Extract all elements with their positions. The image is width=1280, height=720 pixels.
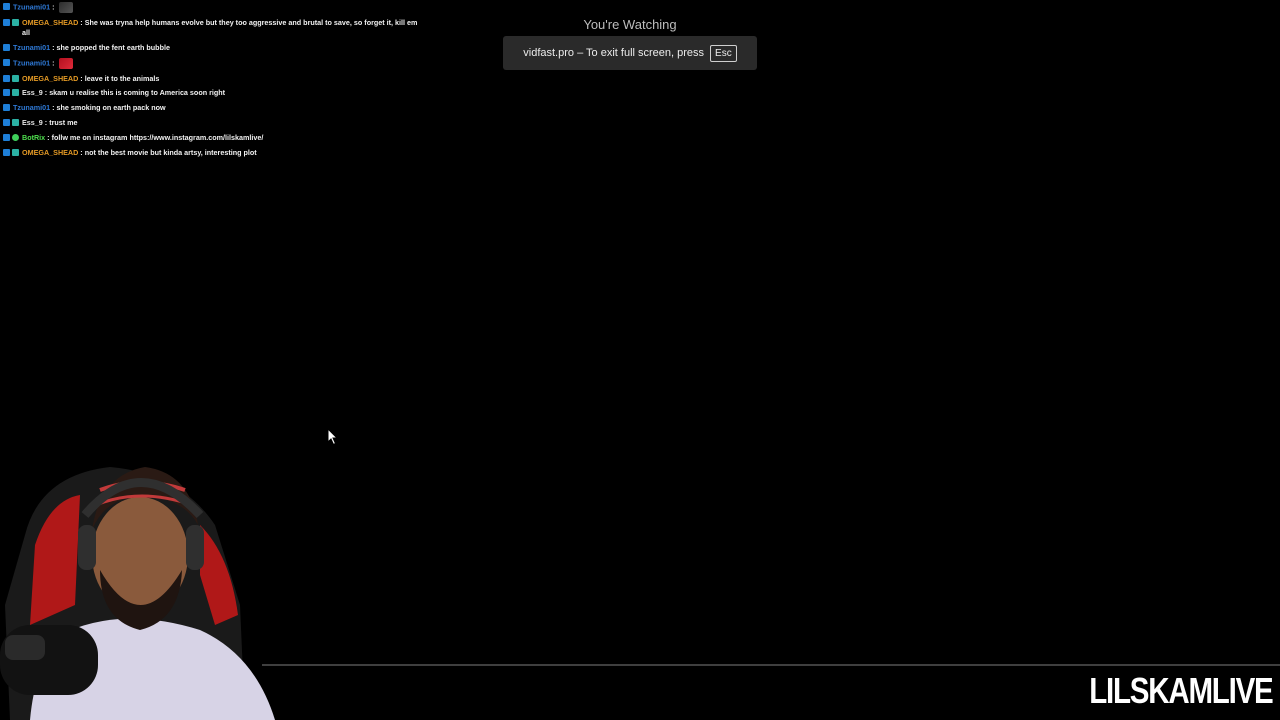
- chat-badges: [3, 133, 19, 142]
- chat-username[interactable]: Ess_9: [22, 88, 43, 97]
- emote-icon: [58, 2, 73, 13]
- chat-message-body: OMEGA_SHEAD : leave it to the animals: [22, 73, 160, 83]
- chat-badges: [3, 43, 10, 51]
- chat-badges: [3, 58, 10, 66]
- chat-message: Tzunami01 :: [3, 57, 423, 69]
- progress-divider: [262, 664, 1280, 666]
- chat-text: she popped the fent earth bubble: [56, 42, 170, 52]
- chat-text: not the best movie but kinda artsy, inte…: [84, 148, 257, 158]
- sub-badge-icon: [12, 89, 19, 97]
- sub-badge-icon: [12, 74, 19, 82]
- mod-badge-icon: [3, 119, 10, 127]
- mod-badge-icon: [3, 3, 10, 10]
- mouse-cursor-icon: [327, 428, 339, 446]
- chat-username[interactable]: BotRix: [22, 133, 45, 142]
- chat-text: trust me: [49, 118, 78, 128]
- mod-badge-icon: [3, 89, 10, 97]
- chat-text: follw me on instagram https://www.instag…: [51, 133, 264, 143]
- fullscreen-notice-text: vidfast.pro – To exit full screen, press: [523, 47, 705, 59]
- chat-message-body: OMEGA_SHEAD : not the best movie but kin…: [22, 148, 257, 158]
- brand-watermark: LILSKAMLIVE: [1088, 670, 1273, 711]
- chat-message-body: BotRix : follw me on instagram https://w…: [22, 133, 264, 143]
- streamer-webcam: [0, 467, 275, 720]
- chat-message-body: Tzunami01 :: [13, 57, 73, 69]
- chat-username[interactable]: OMEGA_SHEAD: [22, 148, 78, 157]
- chat-message-body: Ess_9 : trust me: [22, 118, 78, 128]
- chat-message: OMEGA_SHEAD : not the best movie but kin…: [3, 148, 423, 158]
- mod-badge-icon: [3, 104, 10, 112]
- mod-badge-icon: [3, 43, 10, 51]
- chat-message-body: Tzunami01 : she popped the fent earth bu…: [13, 42, 170, 52]
- chat-message-body: Tzunami01 : she smoking on earth pack no…: [13, 103, 166, 113]
- mod-badge-icon: [3, 58, 10, 66]
- chat-username[interactable]: Tzunami01: [13, 43, 50, 52]
- chat-text: she smoking on earth pack now: [56, 103, 166, 113]
- chat-message-body: Tzunami01 :: [13, 2, 73, 13]
- fullscreen-notice: vidfast.pro – To exit full screen, press…: [503, 36, 757, 70]
- chat-badges: [3, 103, 10, 112]
- chat-badges: [3, 118, 19, 127]
- chat-username[interactable]: Tzunami01: [13, 58, 50, 67]
- chat-username[interactable]: Ess_9: [22, 118, 43, 127]
- chat-message-body: Ess_9 : skam u realise this is coming to…: [22, 88, 226, 98]
- chat-message: BotRix : follw me on instagram https://w…: [3, 133, 423, 143]
- chat-message: Tzunami01 : she smoking on earth pack no…: [3, 103, 423, 113]
- chat-username[interactable]: Tzunami01: [13, 2, 50, 11]
- mod-badge-icon: [3, 134, 10, 142]
- chat-badges: [3, 148, 19, 157]
- sub-badge-icon: [12, 149, 19, 157]
- chat-message: Tzunami01 : she popped the fent earth bu…: [3, 43, 423, 53]
- chat-username[interactable]: OMEGA_SHEAD: [22, 74, 78, 83]
- chat-message: Ess_9 : skam u realise this is coming to…: [3, 88, 423, 98]
- chat-text: leave it to the animals: [84, 73, 160, 83]
- chat-badges: [3, 2, 10, 10]
- bot-badge-icon: [12, 134, 19, 142]
- mod-badge-icon: [3, 149, 10, 157]
- chat-badges: [3, 88, 19, 97]
- emote-icon: [58, 57, 73, 69]
- chat-badges: [3, 74, 19, 82]
- youre-watching-label: You're Watching: [583, 17, 677, 32]
- chat-username[interactable]: Tzunami01: [13, 103, 50, 112]
- esc-key-hint[interactable]: Esc: [710, 44, 737, 62]
- chat-message: Tzunami01 :: [3, 2, 423, 13]
- chat-message: Ess_9 : trust me: [3, 118, 423, 128]
- chat-text: skam u realise this is coming to America…: [49, 88, 226, 98]
- sub-badge-icon: [12, 119, 19, 127]
- mod-badge-icon: [3, 74, 10, 82]
- chat-message: OMEGA_SHEAD : leave it to the animals: [3, 74, 423, 84]
